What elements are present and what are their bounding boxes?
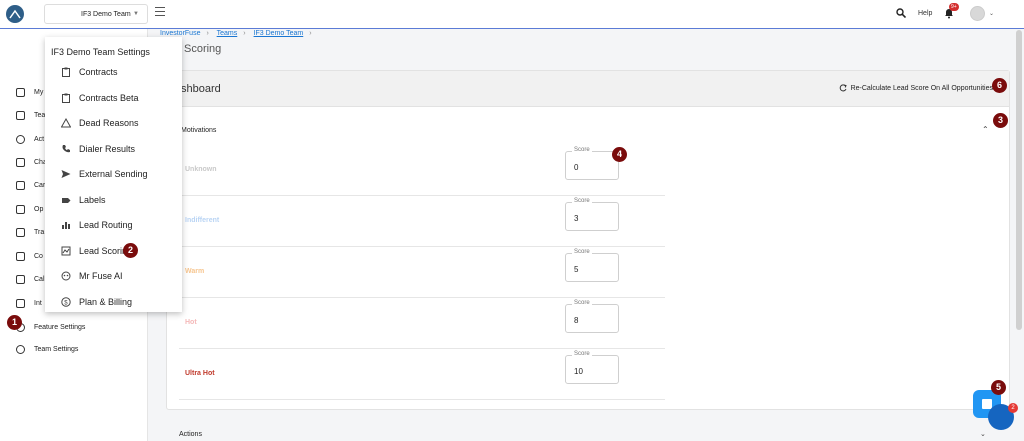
layers-icon xyxy=(16,111,25,120)
annotation-marker-3: 3 xyxy=(993,113,1008,128)
app-logo[interactable] xyxy=(6,5,24,23)
motivations-label: Motivations xyxy=(181,127,217,134)
nav-item-team-settings[interactable]: Team Settings xyxy=(16,345,78,354)
lead-scoring-card: shboard Re-Calculate Lead Score On All O… xyxy=(166,70,1010,410)
clipboard-icon xyxy=(62,67,70,77)
score-input[interactable]: Score 3 xyxy=(565,198,619,231)
puzzle-icon xyxy=(16,158,25,167)
annotation-marker-6: 6 xyxy=(992,78,1007,93)
chevron-down-icon[interactable]: ⌄ xyxy=(989,10,994,17)
nav-item-feature-settings[interactable]: Feature Settings xyxy=(16,323,85,332)
dropdown-item-dialer-results[interactable]: Dialer Results xyxy=(61,144,135,154)
gear-icon xyxy=(16,345,25,354)
score-icon xyxy=(61,246,71,256)
dropdown-item-dead-reasons[interactable]: Dead Reasons xyxy=(61,118,139,128)
refresh-icon xyxy=(839,84,847,92)
score-row: Ultra Hot Score 10 xyxy=(179,349,665,400)
megaphone-icon xyxy=(16,181,25,190)
nav-item-team[interactable]: Tea xyxy=(16,111,45,120)
annotation-marker-5: 5 xyxy=(991,380,1006,395)
dropdown-item-plan-billing[interactable]: $ Plan & Billing xyxy=(61,297,132,307)
nav-item-cha[interactable]: Cha xyxy=(16,158,47,167)
score-row: Unknown Score 0 xyxy=(179,145,665,196)
nav-item-contacts[interactable]: Co xyxy=(16,252,43,261)
score-input[interactable]: Score 0 xyxy=(565,147,619,180)
dropdown-item-labels[interactable]: Labels xyxy=(61,195,106,205)
team-settings-dropdown: IF3 Demo Team Settings Contracts Contrac… xyxy=(45,37,182,312)
score-row: Warm Score 5 xyxy=(179,247,665,298)
avatar[interactable] xyxy=(970,6,985,21)
breadcrumb-home[interactable]: InvestorFuse xyxy=(160,30,200,37)
nav-item-my[interactable]: My xyxy=(16,88,43,97)
dropdown-item-mr-fuse-ai[interactable]: Mr Fuse AI xyxy=(61,271,123,281)
home-icon xyxy=(16,205,25,214)
nav-item-opportunities[interactable]: Op xyxy=(16,205,43,214)
calendar-icon xyxy=(16,275,25,284)
clipboard-icon xyxy=(62,93,70,103)
warning-icon xyxy=(61,118,71,128)
nav-item-activity[interactable]: Act xyxy=(16,135,44,144)
bar-chart-icon xyxy=(62,222,70,229)
breadcrumb-team[interactable]: IF3 Demo Team xyxy=(254,30,304,37)
dropdown-item-contracts[interactable]: Contracts xyxy=(61,67,118,77)
nav-item-calendar[interactable]: Cal xyxy=(16,275,45,284)
phone-icon xyxy=(62,145,70,153)
notification-badge: 9+ xyxy=(949,3,959,11)
card-header: shboard Re-Calculate Lead Score On All O… xyxy=(167,71,1009,107)
dropdown-item-contracts-beta[interactable]: Contracts Beta xyxy=(61,93,139,103)
money-icon xyxy=(16,228,25,237)
scrollbar[interactable] xyxy=(1016,30,1022,330)
search-icon[interactable] xyxy=(896,8,906,18)
score-row: Hot Score 8 xyxy=(179,298,665,349)
score-input[interactable]: Score 8 xyxy=(565,300,619,333)
team-select-value: IF3 Demo Team xyxy=(81,11,131,18)
annotation-marker-1: 1 xyxy=(7,315,22,330)
network-icon xyxy=(16,299,25,308)
help-link[interactable]: Help xyxy=(918,10,932,17)
page-title: Scoring xyxy=(184,43,222,55)
chevron-down-icon: ▼ xyxy=(133,11,139,17)
score-input[interactable]: Score 10 xyxy=(565,351,619,384)
chevron-down-icon[interactable]: ⌄ xyxy=(980,430,986,438)
recalculate-button[interactable]: Re-Calculate Lead Score On All Opportuni… xyxy=(839,84,993,92)
nav-item-transactions[interactable]: Tra xyxy=(16,228,44,237)
people-icon xyxy=(16,252,25,261)
label-icon xyxy=(62,198,71,203)
check-circle-icon xyxy=(16,135,25,144)
annotation-marker-2: 2 xyxy=(123,243,138,258)
hamburger-menu-icon[interactable] xyxy=(155,7,165,17)
dropdown-item-external-sending[interactable]: External Sending xyxy=(61,169,148,179)
dropdown-item-lead-scoring[interactable]: Lead Scoring xyxy=(61,246,132,256)
breadcrumb-teams[interactable]: Teams xyxy=(217,30,238,37)
dropdown-title: IF3 Demo Team Settings xyxy=(51,47,150,57)
card-title: shboard xyxy=(181,83,221,95)
send-icon xyxy=(61,170,71,178)
nav-item-integrations[interactable]: Int xyxy=(16,299,42,308)
score-input[interactable]: Score 5 xyxy=(565,249,619,282)
actions-section-label[interactable]: Actions xyxy=(179,431,202,438)
annotation-marker-4: 4 xyxy=(612,147,627,162)
grid-icon xyxy=(16,88,25,97)
dropdown-item-lead-routing[interactable]: Lead Routing xyxy=(61,220,133,230)
breadcrumb: InvestorFuse › Teams › IF3 Demo Team › xyxy=(160,30,312,37)
top-bar: IF3 Demo Team ▼ Help 9+ ⌄ xyxy=(0,0,1024,29)
dollar-icon: $ xyxy=(61,297,71,307)
bot-icon xyxy=(61,271,71,281)
chat-badge: 2 xyxy=(1008,403,1018,413)
team-select[interactable]: IF3 Demo Team ▼ xyxy=(44,4,148,24)
chevron-up-icon[interactable]: ⌃ xyxy=(982,125,989,134)
nav-item-campaigns[interactable]: Car xyxy=(16,181,45,190)
score-row: Indifferent Score 3 xyxy=(179,196,665,247)
